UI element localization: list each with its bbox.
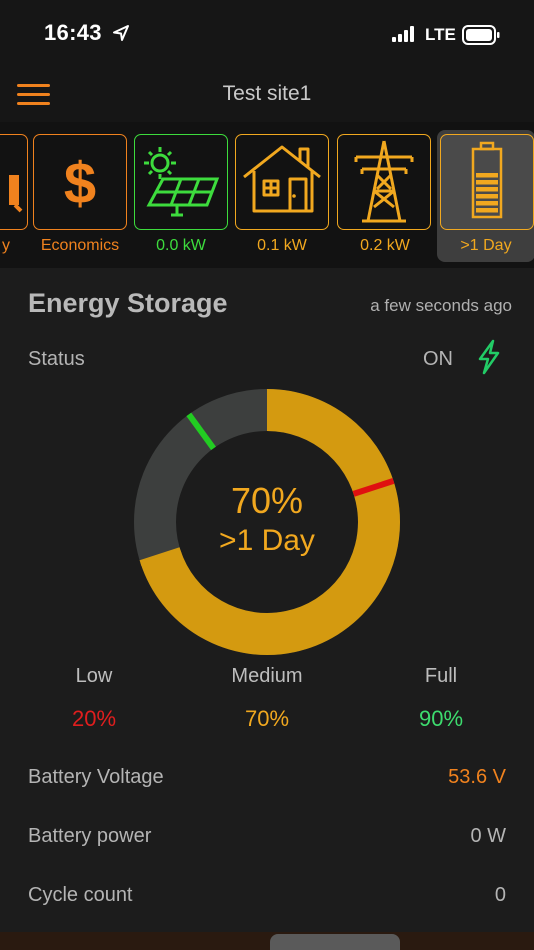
level-low-value: 20% (71, 706, 117, 731)
tile-carousel[interactable]: y $ Economics 0.0 kW 0.1 kW 0.2 kW >1 Da… (0, 122, 534, 268)
cycle-count-value: 0 (494, 884, 506, 906)
level-medium-label: Medium (231, 665, 303, 687)
battery-power-label: Battery power (28, 825, 152, 847)
bottom-bar (0, 932, 534, 950)
signal-icon (392, 26, 414, 42)
battery-icon (471, 141, 503, 219)
network-type: LTE (425, 25, 456, 44)
level-full-label: Full (424, 665, 458, 687)
tile-battery[interactable] (440, 134, 534, 230)
home-indicator[interactable] (270, 934, 400, 950)
page-title: Test site1 (222, 82, 312, 105)
location-arrow-icon (113, 25, 129, 41)
tile-economics[interactable]: $ (33, 134, 127, 230)
battery-status-icon (462, 25, 500, 45)
power-tower-icon (354, 140, 414, 223)
cycle-count-label: Cycle count (28, 884, 133, 906)
charge-duration: >1 Day (219, 524, 315, 557)
level-medium-value: 70% (244, 706, 290, 731)
status-value: ON (423, 348, 453, 370)
level-full-value: 90% (418, 706, 464, 731)
clock: 16:43 (44, 20, 102, 45)
charge-percent: 70% (230, 480, 304, 521)
battery-voltage-value: 53.6 V (448, 766, 506, 788)
tile-home[interactable] (235, 134, 329, 230)
battery-power-value: 0 W (470, 825, 506, 847)
tile-solar[interactable] (134, 134, 228, 230)
tile-battery-label: >1 Day (460, 237, 512, 254)
battery-voltage-label: Battery Voltage (28, 766, 164, 788)
charge-donut (134, 389, 400, 655)
last-updated: a few seconds ago (370, 296, 512, 315)
nav-bar: Test site1 (0, 68, 534, 122)
tile-home-label: 0.1 kW (257, 237, 307, 254)
lightning-icon (478, 339, 500, 375)
partial-icon (9, 175, 23, 213)
dollar-icon: $ (64, 151, 96, 216)
status-label: Status (28, 348, 85, 370)
svg-text:$: $ (64, 151, 96, 216)
house-icon (243, 145, 321, 213)
solar-panel-icon (144, 147, 220, 217)
status-bar: 16:43 LTE (0, 0, 534, 68)
tile-grid[interactable] (337, 134, 431, 230)
tile-partial[interactable] (0, 134, 28, 230)
energy-storage-card: Energy Storage a few seconds ago Status … (0, 268, 534, 950)
level-low-label: Low (75, 665, 113, 687)
section-title: Energy Storage (28, 288, 228, 318)
